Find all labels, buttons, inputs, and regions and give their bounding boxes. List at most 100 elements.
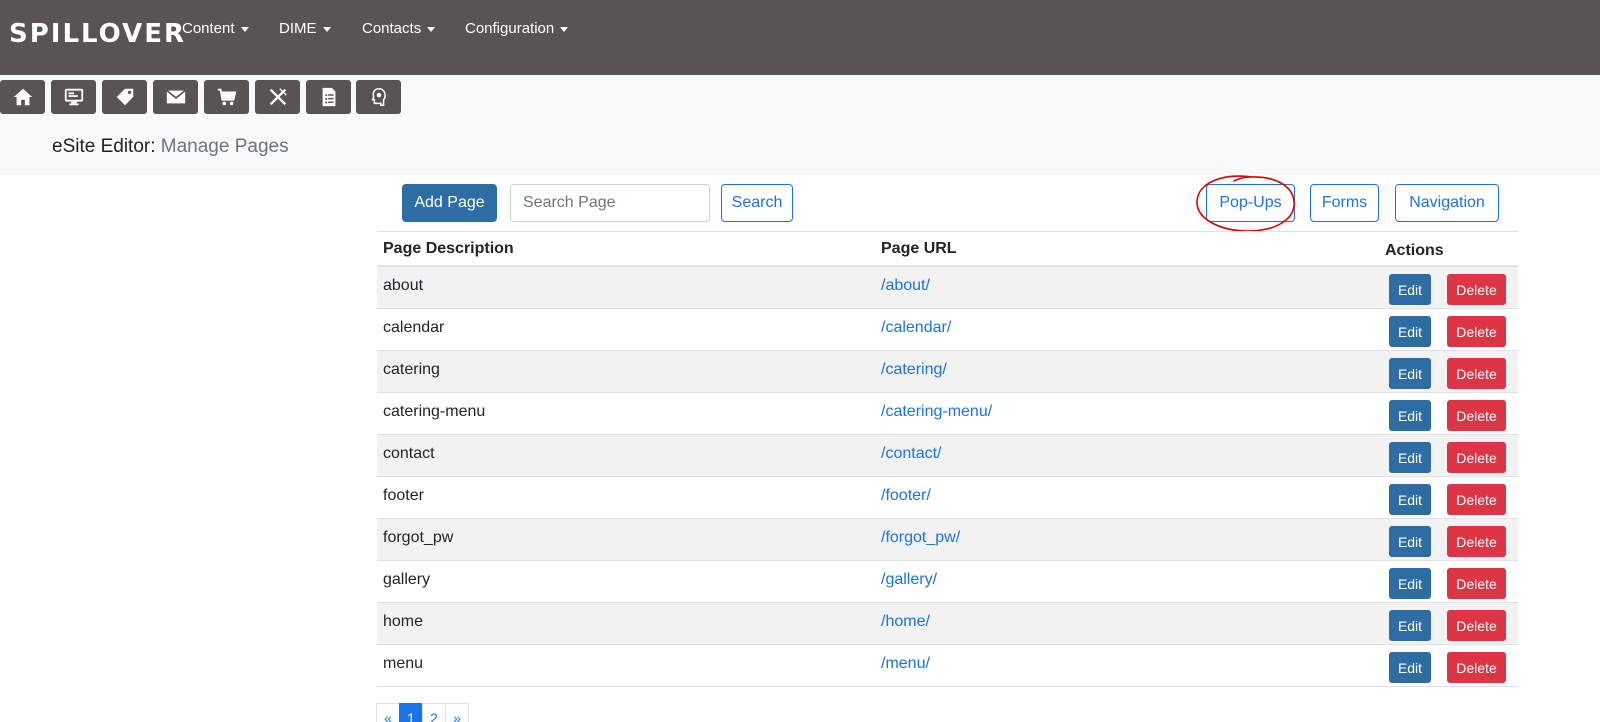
table-row: gallery/gallery/Edit Delete [377,561,1518,603]
pagination-next[interactable]: » [445,703,469,722]
quick-utensils-button[interactable] [255,80,300,114]
edit-button[interactable]: Edit [1389,526,1431,557]
page-description-cell: gallery [383,571,431,588]
nav-menu-label: Contacts [362,20,422,37]
navigation-button[interactable]: Navigation [1395,184,1499,222]
cart-icon [217,88,236,106]
brand-logo-text: SPILLOVER [9,19,186,49]
delete-button[interactable]: Delete [1447,274,1506,305]
page-url-link[interactable]: /menu/ [881,655,930,673]
page-description-cell: forgot_pw [383,529,454,546]
column-header-description: Page Description [383,240,514,257]
page-title: eSite Editor: Manage Pages [52,136,289,158]
page-url-link[interactable]: /calendar/ [881,319,951,337]
page-url-link[interactable]: /catering-menu/ [881,403,992,421]
delete-button[interactable]: Delete [1447,652,1506,683]
quick-insights-button[interactable] [356,80,401,114]
nav-menu-content[interactable]: Content [182,20,249,37]
table-row: catering-menu/catering-menu/Edit Delete [377,393,1518,435]
delete-button[interactable]: Delete [1447,610,1506,641]
nav-menu-label: DIME [279,20,317,37]
delete-button[interactable]: Delete [1447,400,1506,431]
delete-button[interactable]: Delete [1447,316,1506,347]
checklist-icon [322,87,335,107]
page-url-link[interactable]: /home/ [881,613,930,631]
table-row: calendar/calendar/Edit Delete [377,309,1518,351]
table-row: menu/menu/Edit Delete [377,645,1518,687]
edit-button[interactable]: Edit [1389,568,1431,599]
nav-menu-configuration[interactable]: Configuration [465,20,569,37]
page-description-cell: about [383,277,424,294]
page-description-cell: catering-menu [383,403,486,420]
nav-menu-label: Content [182,20,235,37]
page-description-cell: contact [383,445,435,462]
top-navbar: SPILLOVER Content DIME Contacts Configur… [0,0,1600,75]
delete-button[interactable]: Delete [1447,442,1506,473]
tag-icon [116,88,133,106]
monitor-icon [64,88,83,106]
page-url-link[interactable]: /forgot_pw/ [881,529,960,547]
pages-table: Page Description Page URL Actions about /… [377,231,1518,687]
column-header-actions: Actions [1385,242,1444,259]
page-url-link[interactable]: /contact/ [881,445,941,463]
pagination: « 1 2 » [376,703,469,722]
edit-button[interactable]: Edit [1389,274,1431,305]
delete-button[interactable]: Delete [1447,568,1506,599]
edit-button[interactable]: Edit [1389,610,1431,641]
edit-button[interactable]: Edit [1389,316,1431,347]
lightbulb-head-icon [371,88,386,106]
page-url-link[interactable]: /footer/ [881,487,931,505]
table-row: about/about/Edit Delete [377,267,1518,309]
caret-down-icon [427,26,436,32]
table-row: forgot_pw/forgot_pw/Edit Delete [377,519,1518,561]
envelope-icon [165,89,186,104]
edit-button[interactable]: Edit [1389,442,1431,473]
page-url-link[interactable]: /gallery/ [881,571,937,589]
search-button[interactable]: Search [721,184,793,222]
table-row: home/home/Edit Delete [377,603,1518,645]
caret-down-icon [322,26,331,32]
caret-down-icon [560,26,569,32]
delete-button[interactable]: Delete [1447,526,1506,557]
quick-monitor-button[interactable] [51,80,96,114]
delete-button[interactable]: Delete [1447,484,1506,515]
table-row: footer/footer/Edit Delete [377,477,1518,519]
pagination-page-2[interactable]: 2 [422,703,446,722]
page-description-cell: home [383,613,424,630]
page-url-link[interactable]: /about/ [881,277,930,295]
popups-button[interactable]: Pop-Ups [1206,184,1295,222]
edit-button[interactable]: Edit [1389,358,1431,389]
page-url-link[interactable]: /catering/ [881,361,947,379]
page-title-section: Manage Pages [160,136,289,157]
page-description-cell: menu [383,655,424,672]
nav-menu-label: Configuration [465,20,555,37]
quick-tag-button[interactable] [102,80,147,114]
caret-down-icon [240,26,249,32]
add-page-button[interactable]: Add Page [402,184,497,222]
quick-cart-button[interactable] [204,80,249,114]
page-description-cell: catering [383,361,440,378]
table-row: catering/catering/Edit Delete [377,351,1518,393]
pagination-prev[interactable]: « [376,703,400,722]
quick-home-button[interactable] [0,80,45,114]
table-header: Page Description Page URL Actions [377,231,1518,267]
page-description-cell: calendar [383,319,445,336]
page-description-cell: footer [383,487,424,504]
table-row: contact/contact/Edit Delete [377,435,1518,477]
column-header-url: Page URL [881,240,957,257]
home-icon [13,88,32,106]
edit-button[interactable]: Edit [1389,652,1431,683]
forms-button[interactable]: Forms [1310,184,1379,222]
delete-button[interactable]: Delete [1447,358,1506,389]
table-body: about/about/Edit Delete calendar/calendar/… [377,267,1518,687]
nav-menu-dime[interactable]: DIME [279,20,331,37]
quick-mail-button[interactable] [153,80,198,114]
utensils-icon [269,88,287,106]
pagination-page-1[interactable]: 1 [399,703,423,722]
edit-button[interactable]: Edit [1389,400,1431,431]
edit-button[interactable]: Edit [1389,484,1431,515]
nav-menu-contacts[interactable]: Contacts [362,20,436,37]
quick-checklist-button[interactable] [306,80,351,114]
page-title-app: eSite Editor: [52,136,156,157]
search-page-input[interactable] [510,184,710,222]
